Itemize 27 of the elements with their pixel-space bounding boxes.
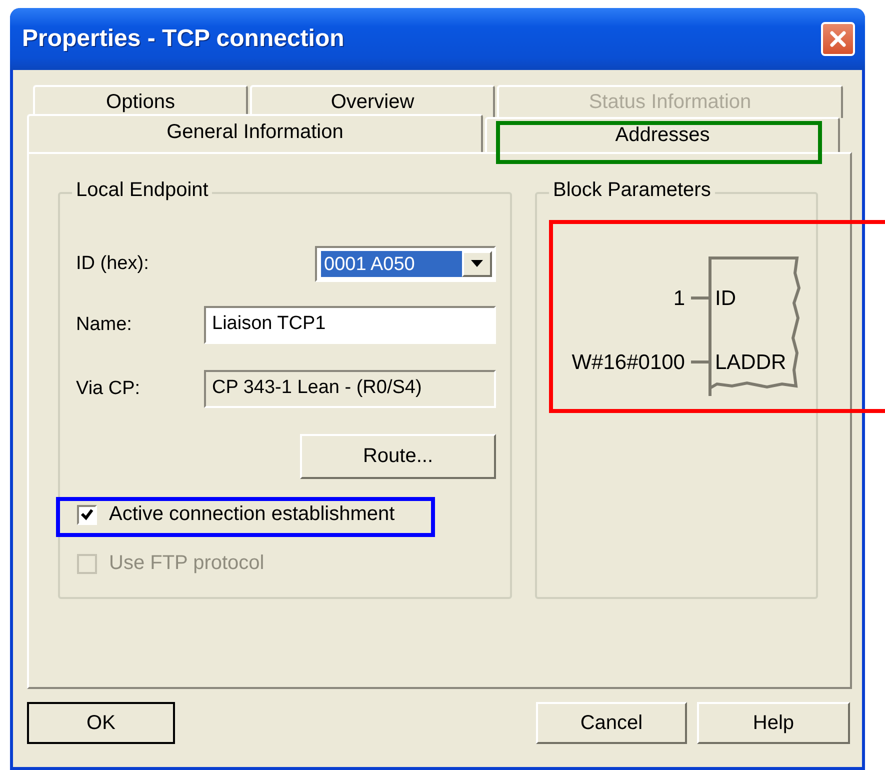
dialog-button[interactable]: Help [697, 702, 850, 744]
field-label: ID (hex): [76, 253, 149, 275]
parameter-value: W#16#0100 [572, 351, 685, 374]
tab[interactable]: General Information [27, 114, 483, 152]
dialog-button[interactable]: Cancel [536, 702, 687, 744]
checkbox-label[interactable]: Active connection establishment [109, 503, 395, 526]
pin-line [691, 296, 710, 300]
caret-icon [471, 260, 483, 268]
checkbox[interactable] [77, 504, 97, 524]
field-label: Name: [76, 314, 132, 336]
pin-label: LADDR [715, 351, 786, 374]
close-button[interactable] [821, 22, 855, 56]
via-cp-field: CP 343-1 Lean - (R0/S4) [204, 370, 496, 408]
group-title: Local Endpoint [72, 179, 212, 202]
window-title: Properties - TCP connection [22, 25, 344, 53]
dropdown-arrow-button[interactable] [462, 251, 492, 277]
close-icon [828, 29, 848, 49]
pin-line [691, 360, 710, 364]
checkbox-label: Use FTP protocol [109, 552, 264, 575]
checkmark-icon [80, 508, 94, 522]
id-dropdown[interactable]: 0001 A050 [315, 246, 496, 282]
route-button[interactable]: Route... [300, 434, 496, 479]
name-field[interactable]: Liaison TCP1 [204, 306, 496, 344]
field-label: Via CP: [76, 378, 140, 400]
dialog-button[interactable]: OK [27, 702, 175, 744]
parameter-value: 1 [673, 287, 685, 310]
pin-label: ID [715, 287, 736, 310]
